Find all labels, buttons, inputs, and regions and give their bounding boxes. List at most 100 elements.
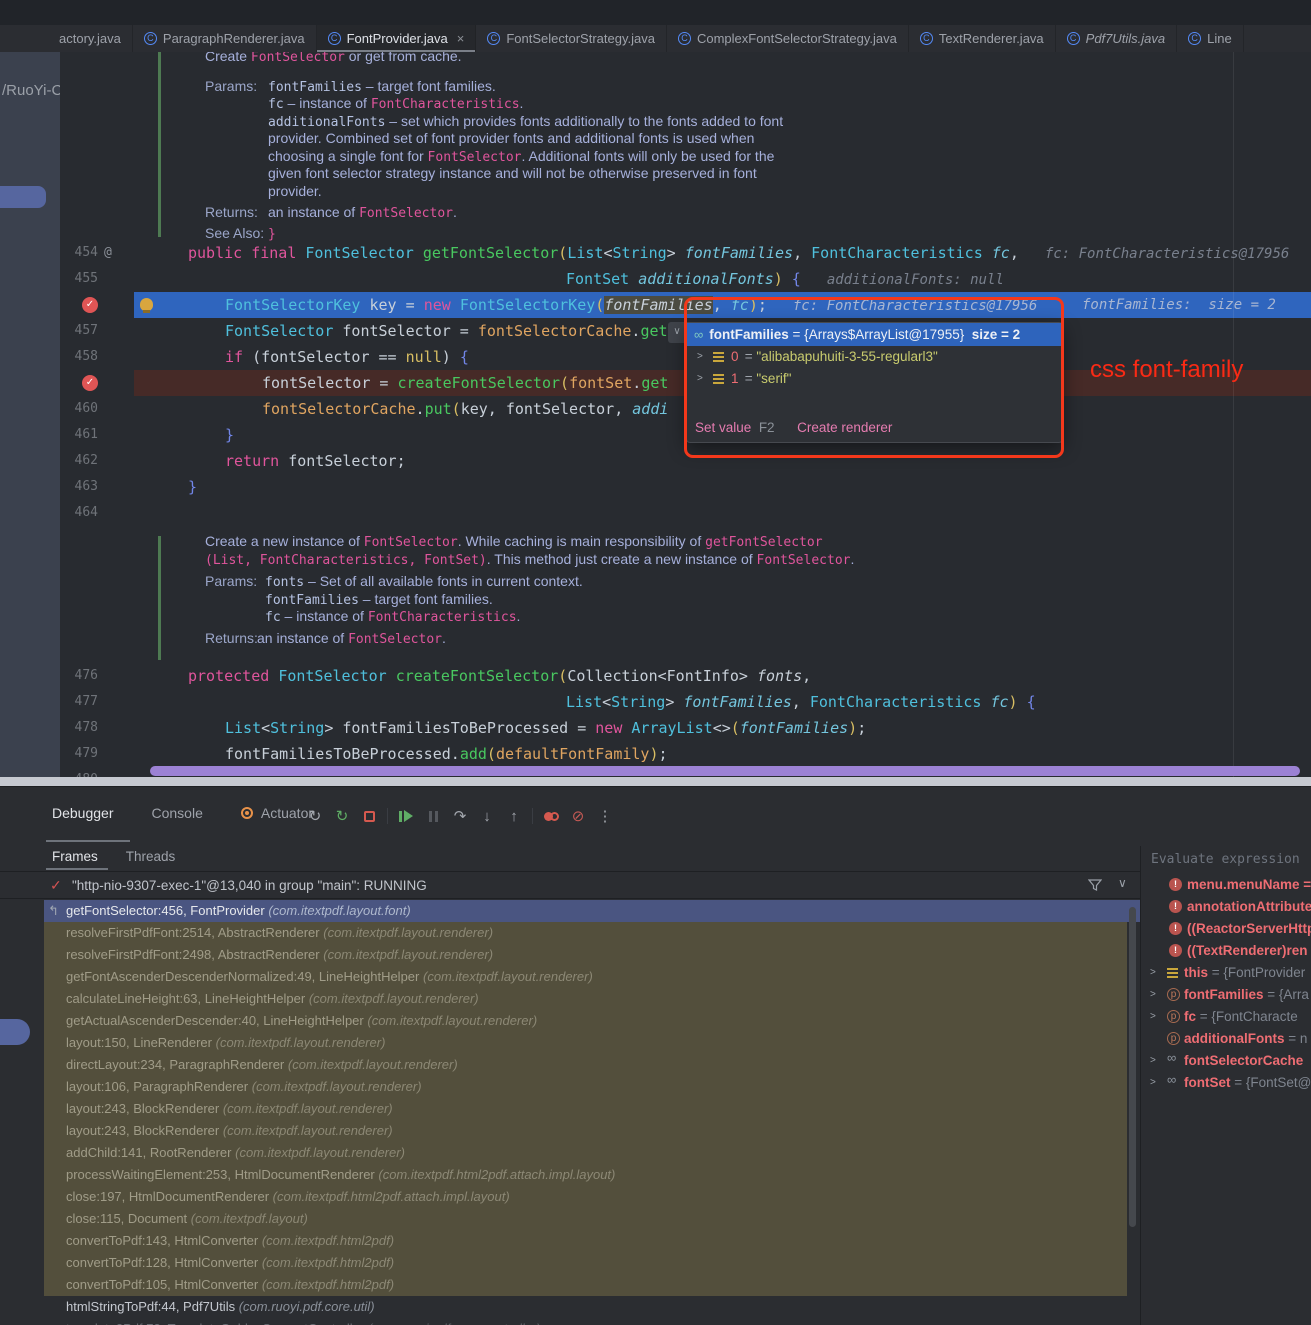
variable-row[interactable]: >this = {FontProvider [1141,962,1311,984]
chevron-right-icon[interactable]: > [1150,962,1156,984]
stack-frame-row[interactable]: addChild:141, RootRenderer (com.itextpdf… [44,1142,1140,1164]
stack-frame-row[interactable]: resolveFirstPdfFont:2498, AbstractRender… [44,944,1140,966]
step-over-icon[interactable]: ↷ [451,807,469,825]
stack-frame-row[interactable]: convertToPdf:105, HtmlConverter (com.ite… [44,1274,1140,1296]
class-icon: C [328,32,341,45]
panel-tab-actuator[interactable]: Actuator [241,805,313,821]
stack-frame-row[interactable]: layout:106, ParagraphRenderer (com.itext… [44,1076,1140,1098]
stack-frame-row[interactable]: htmlStringToPdf:44, Pdf7Utils (com.ruoyi… [44,1296,1140,1318]
breakpoint-icon[interactable]: ✓ [82,297,98,313]
rerun-icon[interactable]: ↻ [306,807,324,825]
variable-row[interactable]: padditionalFonts = n [1141,1028,1311,1050]
editor-tab[interactable]: CLine [1177,25,1244,52]
frame-location: getActualAscenderDescender:40, LineHeigh… [66,1013,367,1028]
code-line[interactable]: 454@public final FontSelector getFontSel… [60,240,1311,266]
stack-frame-row[interactable]: directLayout:234, ParagraphRenderer (com… [44,1054,1140,1076]
variable-row[interactable]: >∞fontSet = {FontSet@ [1141,1072,1311,1094]
evaluate-expression-field[interactable]: Evaluate expression [1151,852,1300,867]
rerun-debug-icon[interactable]: ↻ [333,807,351,825]
return-arrow-icon: ↰ [48,900,59,922]
filter-icon[interactable] [1088,878,1102,892]
variable-row[interactable]: !((ReactorServerHttp [1141,918,1311,940]
stack-frame-row[interactable]: getFontAscenderDescenderNormalized:49, L… [44,966,1140,988]
code-line[interactable]: 479fontFamiliesToBeProcessed.add(default… [60,741,1311,767]
variable-row[interactable]: !((TextRenderer)ren [1141,940,1311,962]
more-icon[interactable]: ⋮ [596,807,614,825]
stack-frame-row[interactable]: ↰getFontSelector:456, FontProvider (com.… [44,900,1140,922]
chevron-right-icon[interactable]: > [697,346,703,368]
popup-list-item[interactable]: >1 = "serif" [687,368,1062,390]
debugger-value-popup[interactable]: ∞fontFamilies = {Arrays$ArrayList@17955}… [686,322,1063,443]
variable-row[interactable]: !annotationAttribute [1141,896,1311,918]
popup-list-item[interactable]: >0 = "alibabapuhuiti-3-55-regularl3" [687,346,1062,368]
code-line[interactable]: ✓FontSelectorKey key = new FontSelectorK… [60,292,1311,318]
stack-frame-row[interactable]: close:197, HtmlDocumentRenderer (com.ite… [44,1186,1140,1208]
editor-tab[interactable]: CPdf7Utils.java [1056,25,1177,52]
code-line[interactable]: 478List<String> fontFamiliesToBeProcesse… [60,715,1311,741]
chevron-right-icon[interactable]: > [1150,1050,1156,1072]
stack-frame-row[interactable]: convertToPdf:143, HtmlConverter (com.ite… [44,1230,1140,1252]
stack-frame-row[interactable]: calculateLineHeight:63, LineHeightHelper… [44,988,1140,1010]
subtab-threads[interactable]: Threads [126,849,176,864]
code-line[interactable]: 455FontSet additionalFonts) {additionalF… [60,266,1311,292]
stack-frame-row[interactable]: convertToPdf:128, HtmlConverter (com.ite… [44,1252,1140,1274]
stop-icon[interactable] [360,807,378,825]
code-line[interactable]: 463} [60,474,1311,500]
stack-frame-row[interactable]: resolveFirstPdfFont:2514, AbstractRender… [44,922,1140,944]
editor-tab[interactable]: CTextRenderer.java [909,25,1056,52]
stack-frame-row[interactable]: layout:243, BlockRenderer (com.itextpdf.… [44,1098,1140,1120]
project-tree-selection[interactable] [0,186,46,208]
create-renderer-link[interactable]: Create renderer [797,420,892,435]
chevron-down-icon[interactable]: ∨ [1118,876,1127,890]
editor-panel-splitter[interactable] [0,777,1311,786]
variable-name: fontSelectorCache [1184,1053,1303,1068]
line-number: 454 [60,240,98,266]
chevron-right-icon[interactable]: > [697,368,703,390]
class-icon: C [920,32,933,45]
variable-row[interactable]: >pfc = {FontCharacte [1141,1006,1311,1028]
chevron-down-icon[interactable]: ∨ [668,322,686,343]
chevron-right-icon[interactable]: > [1150,984,1156,1006]
stack-frame-row[interactable]: getActualAscenderDescender:40, LineHeigh… [44,1010,1140,1032]
popup-selected-value-row[interactable]: ∞fontFamilies = {Arrays$ArrayList@17955}… [687,323,1062,346]
pause-icon[interactable] [424,807,442,825]
code-line[interactable]: 477List<String> fontFamilies, FontCharac… [60,689,1311,715]
intention-bulb-icon[interactable] [140,298,153,311]
stack-frame-row[interactable]: template2Pdf:73, TemplateGoldenSupportCo… [44,1318,1140,1325]
editor-horizontal-scrollbar[interactable] [150,766,1300,776]
code-line[interactable]: 464 [60,500,1311,526]
variable-row[interactable]: >pfontFamilies = {Arra [1141,984,1311,1006]
editor-tab[interactable]: actory.java [48,25,133,52]
frame-package: (com.itextpdf.layout.renderer) [223,1123,393,1138]
stack-frame-row[interactable]: layout:243, BlockRenderer (com.itextpdf.… [44,1120,1140,1142]
mute-breakpoints-icon[interactable]: ⊘ [569,807,587,825]
variable-row[interactable]: >∞fontSelectorCache [1141,1050,1311,1072]
thread-selector[interactable]: ✓ "http-nio-9307-exec-1"@13,040 in group… [0,872,1140,899]
stack-frame-row[interactable]: processWaitingElement:253, HtmlDocumentR… [44,1164,1140,1186]
stack-frame-row[interactable]: layout:150, LineRenderer (com.itextpdf.l… [44,1032,1140,1054]
set-value-link[interactable]: Set value [695,420,751,435]
step-out-icon[interactable]: ↑ [505,807,523,825]
panel-tab-debugger[interactable]: Debugger [52,805,114,821]
tool-window-button[interactable] [0,1019,30,1045]
panel-tab-console[interactable]: Console [152,805,203,821]
step-into-icon[interactable]: ↓ [478,807,496,825]
stack-frame-row[interactable]: close:115, Document (com.itextpdf.layout… [44,1208,1140,1230]
frame-package: (com.ruoyi.pdf.core.util) [239,1299,375,1314]
frames-scrollbar[interactable] [1129,907,1136,1227]
close-tab-icon[interactable]: × [457,31,465,46]
editor-tab[interactable]: CParagraphRenderer.java [133,25,317,52]
editor-tab[interactable]: CFontSelectorStrategy.java [476,25,667,52]
class-icon: C [487,32,500,45]
editor-tab[interactable]: CFontProvider.java× [317,25,477,52]
variable-row[interactable]: !menu.menuName = [1141,874,1311,896]
chevron-right-icon[interactable]: > [1150,1072,1156,1094]
chevron-right-icon[interactable]: > [1150,1006,1156,1028]
code-line[interactable]: 462return fontSelector; [60,448,1311,474]
subtab-frames[interactable]: Frames [52,849,98,864]
resume-icon[interactable] [397,807,415,825]
view-breakpoints-icon[interactable] [542,807,560,825]
code-line[interactable]: 476protected FontSelector createFontSele… [60,663,1311,689]
editor-tab[interactable]: CComplexFontSelectorStrategy.java [667,25,909,52]
breakpoint-icon[interactable]: ✓ [82,375,98,391]
